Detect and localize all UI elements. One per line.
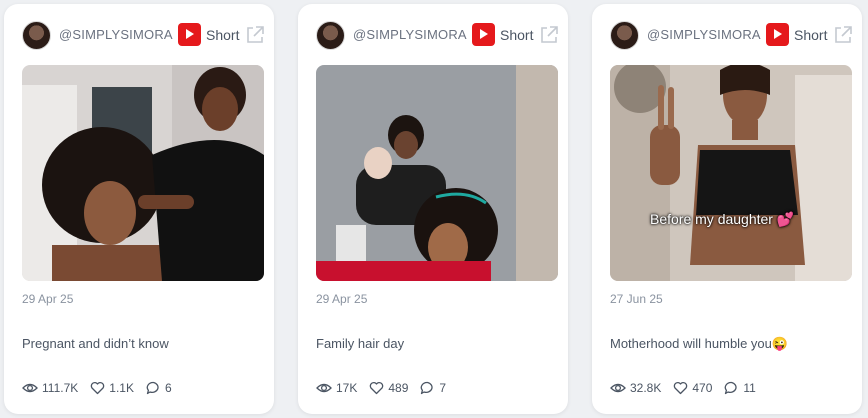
youtube-icon (472, 23, 495, 46)
post-caption: Motherhood will humble you😜 (610, 336, 789, 351)
card-header: @SIMPLYSIMORA Short (4, 4, 274, 66)
comments-stat: 7 (420, 381, 446, 395)
eye-icon (22, 383, 38, 393)
video-overlay-text: Before my daughter 💕 (650, 211, 795, 227)
post-type-label: Short (500, 27, 534, 43)
external-link-icon[interactable] (833, 25, 853, 45)
heart-icon (91, 381, 105, 395)
eye-icon (316, 383, 332, 393)
post-card[interactable]: @SIMPLYSIMORA Short 29 Apr 25 Family hai… (298, 4, 568, 414)
post-caption: Pregnant and didn’t know (22, 336, 169, 351)
post-date: 29 Apr 25 (316, 292, 368, 306)
comments-count: 11 (743, 381, 756, 395)
heart-icon (674, 381, 688, 395)
comments-count: 6 (164, 381, 172, 395)
username[interactable]: @SIMPLYSIMORA (353, 27, 467, 42)
comments-stat: 11 (724, 381, 756, 395)
engagement-stats: 17K 489 7 (316, 380, 458, 396)
views-stat: 111.7K (22, 381, 78, 395)
card-header: @SIMPLYSIMORA Short (298, 4, 568, 66)
video-thumbnail[interactable]: Before my daughter 💕 (610, 65, 852, 281)
views-count: 111.7K (42, 381, 79, 395)
youtube-icon (766, 23, 789, 46)
likes-stat: 470 (673, 381, 712, 395)
views-stat: 32.8K (610, 381, 661, 395)
username[interactable]: @SIMPLYSIMORA (59, 27, 173, 42)
post-card[interactable]: @SIMPLYSIMORA Short Before my daughter 💕… (592, 4, 862, 414)
avatar[interactable] (22, 21, 51, 50)
username[interactable]: @SIMPLYSIMORA (647, 27, 761, 42)
avatar[interactable] (316, 21, 345, 50)
comment-icon (725, 381, 738, 395)
likes-count: 1.1K (109, 381, 134, 395)
post-date: 27 Jun 25 (610, 292, 663, 306)
engagement-stats: 111.7K 1.1K 6 (22, 380, 184, 396)
comments-count: 7 (439, 381, 447, 395)
eye-icon (610, 383, 626, 393)
post-date: 29 Apr 25 (22, 292, 74, 306)
likes-count: 489 (388, 381, 409, 395)
comment-icon (421, 381, 434, 395)
heart-icon (370, 381, 384, 395)
likes-stat: 489 (369, 381, 408, 395)
card-header: @SIMPLYSIMORA Short (592, 4, 862, 66)
likes-stat: 1.1K (90, 381, 134, 395)
external-link-icon[interactable] (245, 25, 265, 45)
video-thumbnail[interactable] (22, 65, 264, 281)
post-card[interactable]: @SIMPLYSIMORA Short 29 Apr 25 Pregnant a… (4, 4, 274, 414)
likes-count: 470 (692, 381, 713, 395)
engagement-stats: 32.8K 470 11 (610, 380, 768, 396)
comment-icon (146, 381, 159, 395)
post-type-label: Short (206, 27, 240, 43)
youtube-icon (178, 23, 201, 46)
comments-stat: 6 (146, 381, 172, 395)
views-count: 32.8K (630, 381, 662, 395)
post-caption: Family hair day (316, 336, 405, 351)
avatar[interactable] (610, 21, 639, 50)
external-link-icon[interactable] (539, 25, 559, 45)
post-type-label: Short (794, 27, 828, 43)
views-count: 17K (336, 381, 358, 395)
views-stat: 17K (316, 381, 357, 395)
video-thumbnail[interactable] (316, 65, 558, 281)
